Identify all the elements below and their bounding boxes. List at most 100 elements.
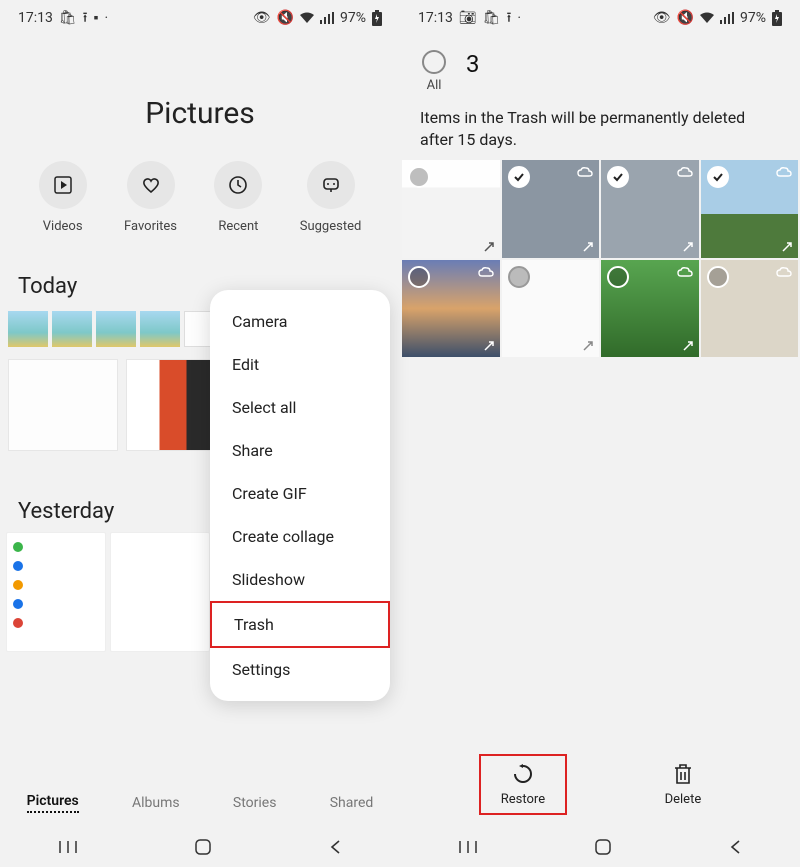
trash-item[interactable] bbox=[502, 160, 600, 258]
expand-icon bbox=[582, 340, 594, 352]
signal-icon bbox=[720, 12, 734, 24]
image-icon: ▪ bbox=[94, 11, 99, 25]
upload-icon: ⭱ bbox=[506, 11, 511, 25]
bottom-tabs: Pictures Albums Stories Shared bbox=[0, 779, 400, 827]
play-icon bbox=[53, 175, 73, 195]
trash-note: Items in the Trash will be permanently d… bbox=[400, 93, 800, 160]
camera-icon: 📷︎ bbox=[459, 11, 477, 25]
status-bar: 17:13 🛍︎ ⭱ ▪ · 👁 🔇 97% bbox=[0, 0, 400, 36]
expand-icon bbox=[682, 241, 694, 253]
trash-item[interactable] bbox=[701, 160, 799, 258]
nav-recent-icon[interactable] bbox=[458, 839, 478, 855]
cloud-icon bbox=[478, 266, 494, 278]
category-videos[interactable]: Videos bbox=[39, 161, 87, 234]
page-title-area: Pictures bbox=[0, 36, 400, 161]
tab-albums[interactable]: Albums bbox=[132, 795, 180, 811]
mute-icon: 🔇 bbox=[277, 11, 294, 25]
category-row: Videos Favorites Recent Suggested bbox=[0, 161, 400, 234]
tab-stories[interactable]: Stories bbox=[233, 795, 277, 811]
category-recent[interactable]: Recent bbox=[214, 161, 262, 234]
thumb-image[interactable] bbox=[110, 532, 210, 652]
trash-item[interactable] bbox=[502, 260, 600, 358]
trash-item[interactable] bbox=[601, 160, 699, 258]
select-circle-icon[interactable] bbox=[508, 266, 530, 288]
trash-grid bbox=[400, 160, 800, 357]
overflow-menu: Camera Edit Select all Share Create GIF … bbox=[210, 290, 390, 701]
menu-item-settings[interactable]: Settings bbox=[210, 648, 390, 691]
select-circle-icon[interactable] bbox=[707, 266, 729, 288]
page-title: Pictures bbox=[0, 96, 400, 131]
select-all-toggle[interactable]: All bbox=[422, 50, 446, 93]
cloud-icon bbox=[577, 166, 593, 178]
clock-icon bbox=[228, 175, 248, 195]
mute-icon: 🔇 bbox=[677, 11, 694, 25]
checkbox-icon bbox=[422, 50, 446, 74]
menu-item-select-all[interactable]: Select all bbox=[210, 386, 390, 429]
select-circle-checked-icon[interactable] bbox=[508, 166, 530, 188]
category-favorites[interactable]: Favorites bbox=[124, 161, 177, 234]
wifi-icon bbox=[300, 12, 314, 24]
heart-icon bbox=[141, 175, 161, 195]
trash-item[interactable] bbox=[601, 260, 699, 358]
trash-icon bbox=[672, 762, 694, 786]
select-circle-checked-icon[interactable] bbox=[607, 166, 629, 188]
cloud-icon bbox=[677, 266, 693, 278]
expand-icon bbox=[582, 241, 594, 253]
select-circle-icon[interactable] bbox=[408, 266, 430, 288]
signal-icon bbox=[320, 12, 334, 24]
tab-shared[interactable]: Shared bbox=[330, 795, 374, 811]
status-bar: 17:13 📷︎ 🛍︎ ⭱ · 👁 🔇 97% bbox=[400, 0, 800, 36]
menu-item-camera[interactable]: Camera bbox=[210, 300, 390, 343]
cloud-icon bbox=[776, 166, 792, 178]
select-circle-checked-icon[interactable] bbox=[707, 166, 729, 188]
select-circle-icon[interactable] bbox=[607, 266, 629, 288]
category-suggested[interactable]: Suggested bbox=[300, 161, 362, 234]
thumb-image[interactable] bbox=[6, 532, 106, 652]
selection-header: All 3 bbox=[400, 36, 800, 93]
nav-back-icon[interactable] bbox=[328, 839, 342, 855]
nav-bar bbox=[0, 827, 400, 867]
bag-icon: 🛍︎ bbox=[59, 11, 77, 25]
upload-icon: ⭱ bbox=[83, 11, 88, 25]
screen-pictures: 17:13 🛍︎ ⭱ ▪ · 👁 🔇 97% Pictures bbox=[0, 0, 400, 867]
trash-item[interactable] bbox=[402, 260, 500, 358]
delete-button[interactable]: Delete bbox=[645, 756, 722, 813]
nav-back-icon[interactable] bbox=[728, 839, 742, 855]
bag-icon: 🛍︎ bbox=[483, 11, 501, 25]
menu-item-create-gif[interactable]: Create GIF bbox=[210, 472, 390, 515]
select-circle-icon[interactable] bbox=[408, 166, 430, 188]
status-time: 17:13 bbox=[418, 11, 453, 25]
tab-pictures[interactable]: Pictures bbox=[27, 793, 79, 813]
battery-text: 97% bbox=[340, 11, 366, 25]
thumb-image[interactable] bbox=[8, 359, 118, 451]
thumb-image[interactable] bbox=[52, 311, 92, 347]
trash-item[interactable] bbox=[402, 160, 500, 258]
vpn-icon: 👁 bbox=[253, 11, 271, 25]
menu-item-share[interactable]: Share bbox=[210, 429, 390, 472]
thumb-image[interactable] bbox=[140, 311, 180, 347]
suggested-icon bbox=[321, 175, 341, 195]
expand-icon bbox=[483, 241, 495, 253]
expand-icon bbox=[781, 241, 793, 253]
nav-bar bbox=[400, 827, 800, 867]
restore-button[interactable]: Restore bbox=[479, 754, 567, 815]
selected-count: 3 bbox=[466, 50, 480, 78]
cloud-icon bbox=[677, 166, 693, 178]
menu-item-trash[interactable]: Trash bbox=[210, 601, 390, 648]
wifi-icon bbox=[700, 12, 714, 24]
menu-item-edit[interactable]: Edit bbox=[210, 343, 390, 386]
cloud-icon bbox=[776, 266, 792, 278]
battery-icon bbox=[372, 10, 382, 26]
trash-item[interactable] bbox=[701, 260, 799, 358]
nav-recent-icon[interactable] bbox=[58, 839, 78, 855]
nav-home-icon[interactable] bbox=[194, 838, 212, 856]
thumb-image[interactable] bbox=[8, 311, 48, 347]
status-time: 17:13 bbox=[18, 11, 53, 25]
expand-icon bbox=[483, 340, 495, 352]
bottom-actions: Restore Delete bbox=[400, 745, 800, 823]
menu-item-slideshow[interactable]: Slideshow bbox=[210, 558, 390, 601]
restore-icon bbox=[511, 762, 535, 786]
nav-home-icon[interactable] bbox=[594, 838, 612, 856]
thumb-image[interactable] bbox=[96, 311, 136, 347]
menu-item-create-collage[interactable]: Create collage bbox=[210, 515, 390, 558]
